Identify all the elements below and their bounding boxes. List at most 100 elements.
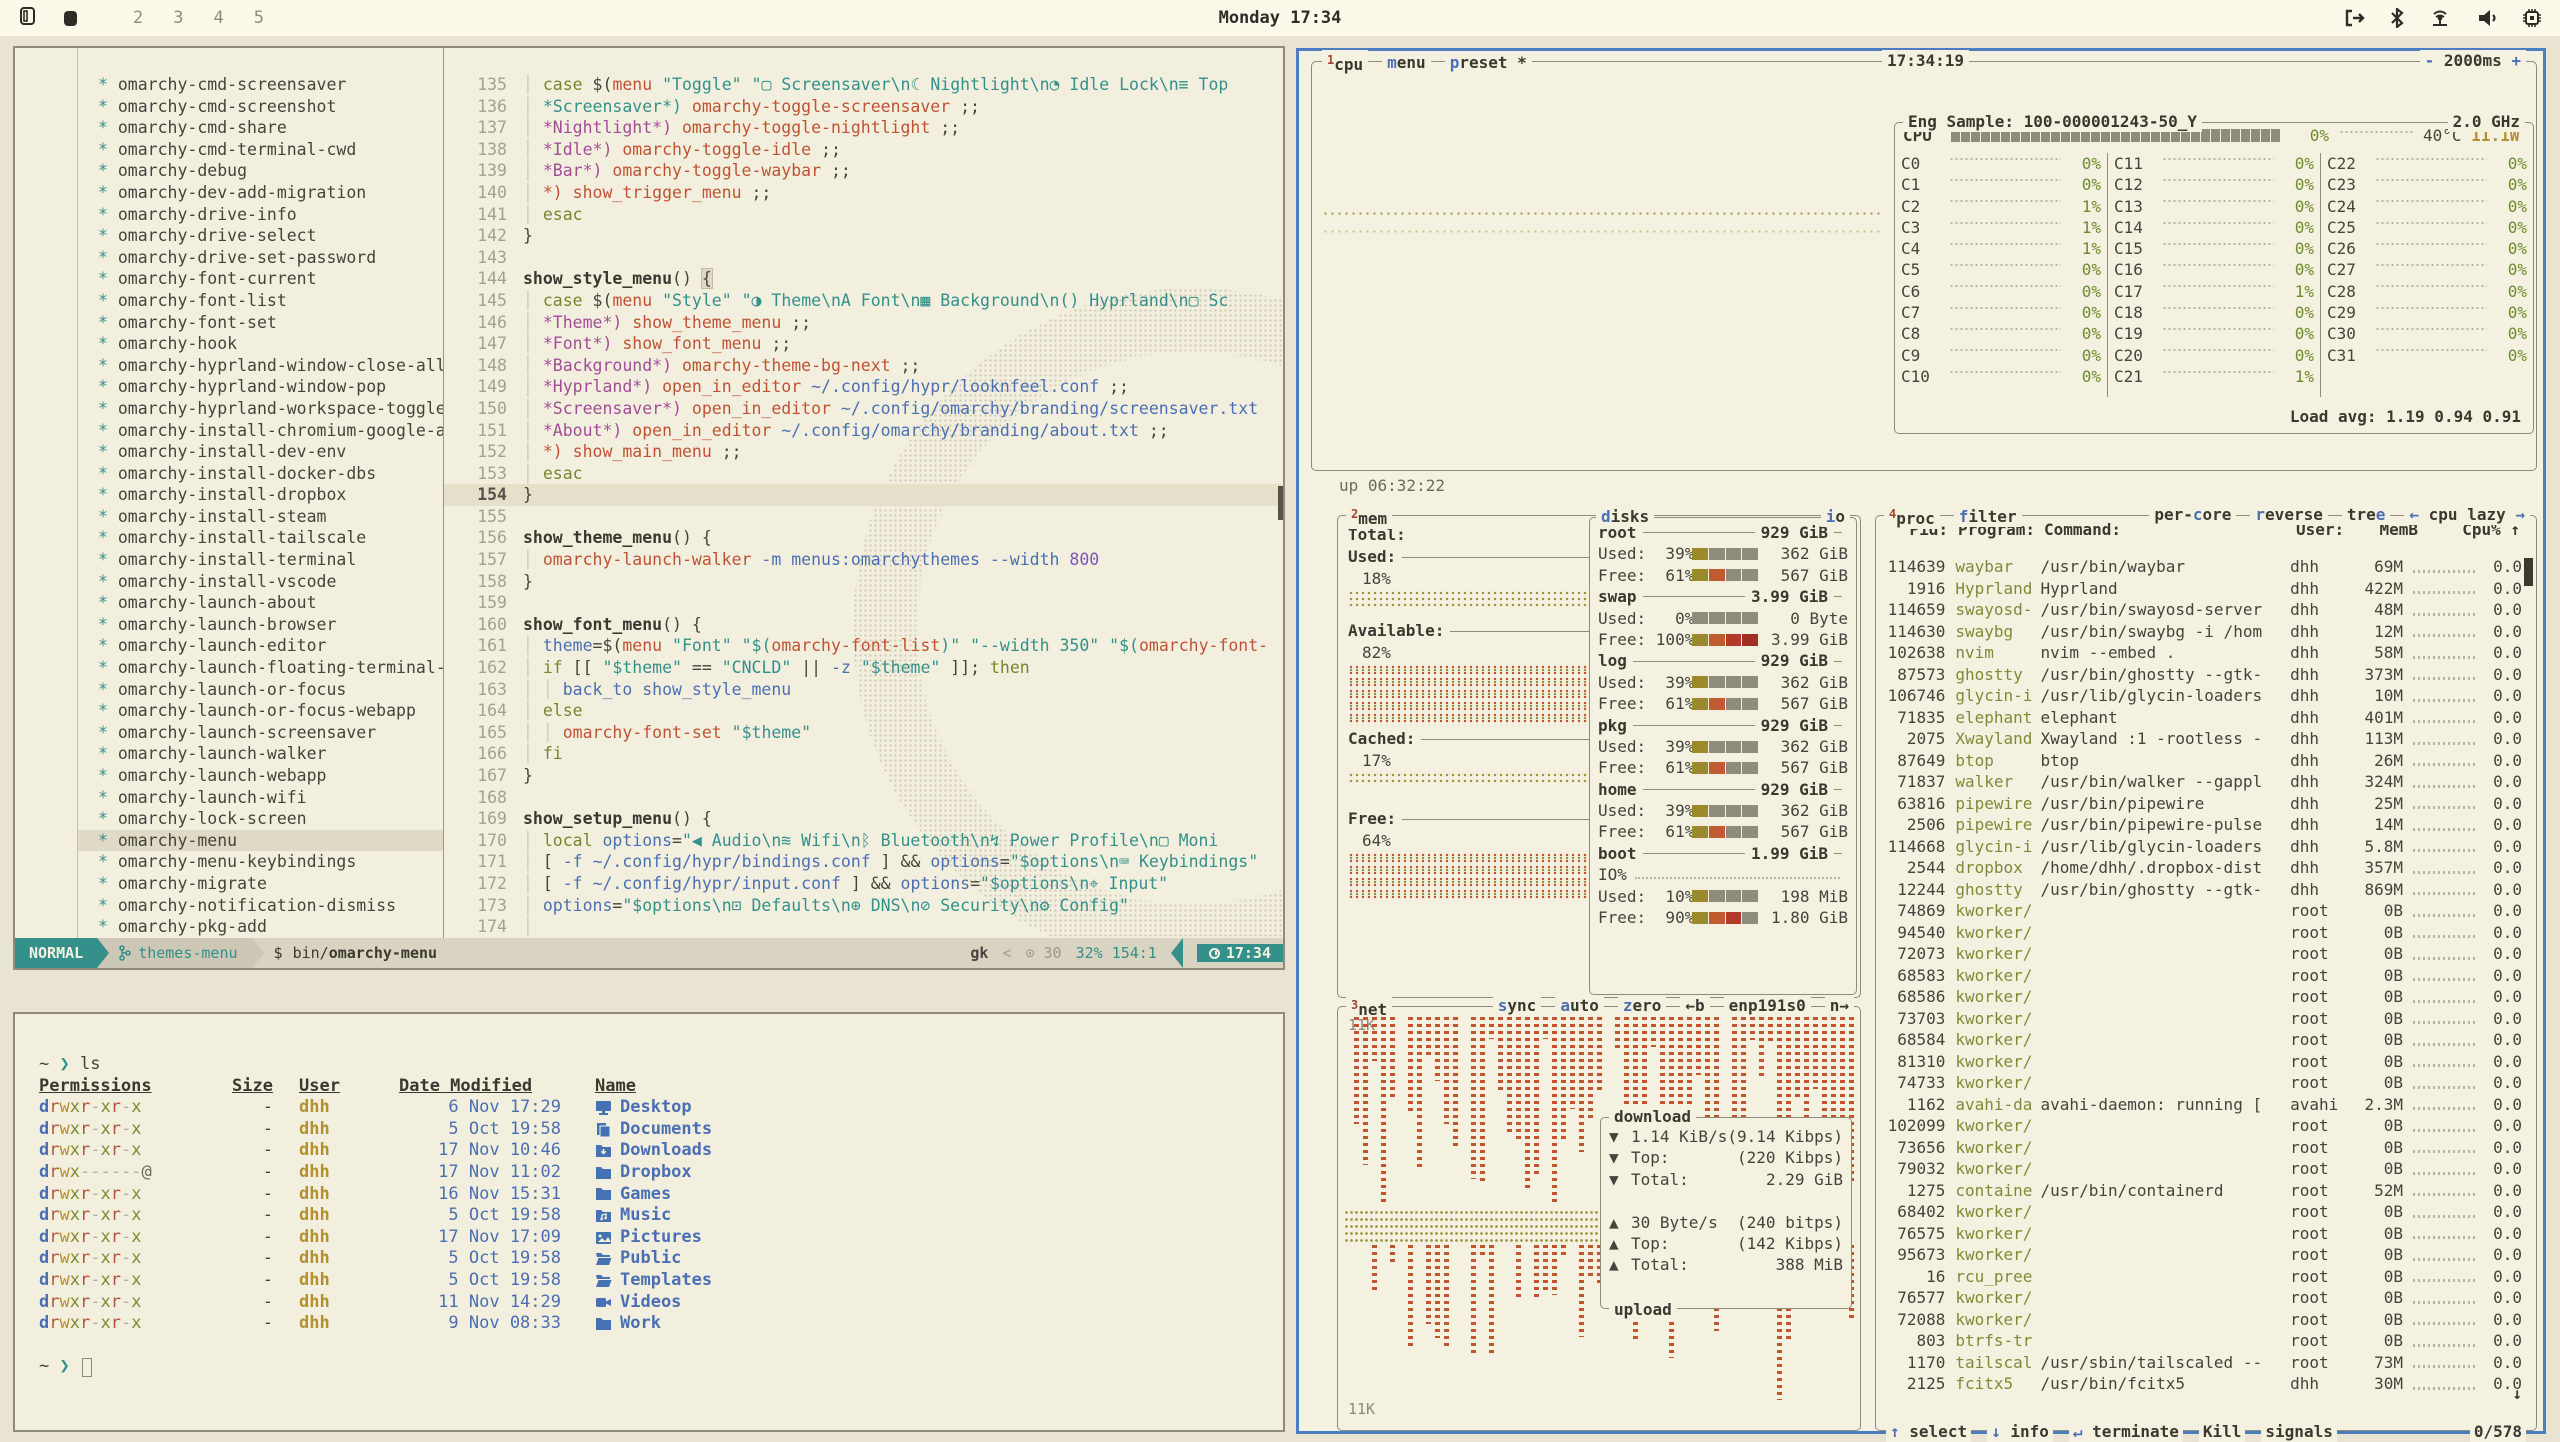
process-row[interactable]: 72088kworker/root0B0.0 [1880,1309,2522,1331]
process-row[interactable]: 76577kworker/root0B0.0 [1880,1287,2522,1309]
proc-reverse-button[interactable]: reverse [2250,504,2327,525]
file-item[interactable]: * omarchy-migrate [78,873,443,895]
interval-decrease[interactable]: - [2425,51,2435,70]
file-item[interactable]: * omarchy-launch-about [78,592,443,614]
process-row[interactable]: 73656kworker/root0B0.0 [1880,1137,2522,1159]
file-item[interactable]: * omarchy-notification-dismiss [78,895,443,917]
file-item[interactable]: * omarchy-launch-screensaver [78,722,443,744]
file-item[interactable]: * omarchy-install-dropbox [78,484,443,506]
process-row[interactable]: 79032kworker/root0B0.0 [1880,1158,2522,1180]
file-item[interactable]: * omarchy-launch-or-focus [78,679,443,701]
file-item[interactable]: * omarchy-dev-add-migration [78,182,443,204]
process-row[interactable]: 102638nvimnvim --embed .dhh58M0.0 [1880,642,2522,664]
process-row[interactable]: 74869kworker/root0B0.0 [1880,900,2522,922]
process-row[interactable]: 63816pipewire/usr/bin/pipewiredhh25M0.0 [1880,793,2522,815]
process-row[interactable]: 73703kworker/root0B0.0 [1880,1008,2522,1030]
process-row[interactable]: 114630swaybg/usr/bin/swaybg -i /homdhh12… [1880,621,2522,643]
process-row[interactable]: 2544dropbox/home/dhh/.dropbox-distdhh357… [1880,857,2522,879]
menu-button[interactable]: menu [1382,52,1431,73]
proc-cpu-sort-nav[interactable]: ← cpu lazy → [2404,504,2530,525]
file-item[interactable]: * omarchy-install-steam [78,506,443,528]
proc-footer-select[interactable]: ↑ select [1886,1421,1971,1442]
file-item[interactable]: * omarchy-hyprland-window-close-all [78,355,443,377]
file-item[interactable]: * omarchy-launch-wifi [78,787,443,809]
process-row[interactable]: 2506pipewire/usr/bin/pipewire-pulsedhh14… [1880,814,2522,836]
proc-footer-info[interactable]: ↓ info [1987,1421,2053,1442]
file-item[interactable]: * omarchy-launch-webapp [78,765,443,787]
process-row[interactable]: 72073kworker/root0B0.0 [1880,943,2522,965]
process-row[interactable]: 2075XwaylandXwayland :1 -rootless -dhh11… [1880,728,2522,750]
process-row[interactable]: 71837walker/usr/bin/walker --gappldhh324… [1880,771,2522,793]
process-row[interactable]: 114639waybar/usr/bin/waybardhh69M0.0 [1880,556,2522,578]
file-item[interactable]: * omarchy-launch-walker [78,743,443,765]
file-item[interactable]: * omarchy-cmd-terminal-cwd [78,139,443,161]
interval-increase[interactable]: + [2511,51,2521,70]
pane-separator[interactable] [443,48,444,938]
file-item[interactable]: * omarchy-pkg-add [78,916,443,938]
file-item[interactable]: * omarchy-drive-info [78,204,443,226]
process-row[interactable]: 71835elephantelephantdhh401M0.0 [1880,707,2522,729]
process-list[interactable]: 114639waybar/usr/bin/waybardhh69M0.01916… [1880,556,2522,1408]
process-row[interactable]: 1162avahi-daavahi-daemon: running [avahi… [1880,1094,2522,1116]
code-editor[interactable]: │ case $(menu "Toggle" "▢ Screensaver\n☾… [523,74,1281,938]
btop-window[interactable]: 1cpu menu preset * 17:34:19 - 2000ms + E… [1296,48,2546,1434]
proc-per-core-button[interactable]: per-core [2149,504,2236,525]
file-item[interactable]: * omarchy-install-docker-dbs [78,463,443,485]
bluetooth-icon[interactable] [2390,8,2404,28]
editor-window[interactable]: * omarchy-cmd-screensaver* omarchy-cmd-s… [13,46,1285,970]
cpu-chip-icon[interactable] [2522,8,2542,28]
shell-prompt-line[interactable]: ~ ❯ [39,1356,1283,1378]
wifi-hotspot-icon[interactable] [2428,8,2452,28]
file-item[interactable]: * omarchy-drive-select [78,225,443,247]
disks-box-title[interactable]: disks [1596,506,1654,527]
process-row[interactable]: 68402kworker/root0B0.0 [1880,1201,2522,1223]
file-item[interactable]: * omarchy-menu-keybindings [78,851,443,873]
file-item[interactable]: * omarchy-cmd-screensaver [78,74,443,96]
process-row[interactable]: 114659swayosd-/usr/bin/swayosd-serverdhh… [1880,599,2522,621]
process-row[interactable]: 106746glycin-i/usr/lib/glycin-loadersdhh… [1880,685,2522,707]
process-row[interactable]: 2125fcitx5/usr/bin/fcitx5dhh30M0.0 [1880,1373,2522,1395]
proc-footer-terminate[interactable]: ↵ terminate [2069,1421,2183,1442]
file-item[interactable]: * omarchy-lock-screen [78,808,443,830]
process-row[interactable]: 1275containe/usr/bin/containerdroot52M0.… [1880,1180,2522,1202]
process-row[interactable]: 114668glycin-i/usr/lib/glycin-loadersdhh… [1880,836,2522,858]
process-row[interactable]: 12244ghostty/usr/bin/ghostty --gtk-dhh86… [1880,879,2522,901]
file-item[interactable]: * omarchy-hook [78,333,443,355]
file-item[interactable]: * omarchy-launch-floating-terminal- [78,657,443,679]
terminal-window[interactable]: ~ ❯ ls PermissionsSizeUserDate ModifiedN… [13,1012,1285,1432]
io-tab[interactable]: io [1821,506,1850,527]
file-item[interactable]: * omarchy-install-chromium-google-a [78,420,443,442]
proc-footer-Kill[interactable]: Kill [2199,1421,2246,1442]
process-row[interactable]: 1916HyprlandHyprlanddhh422M0.0 [1880,578,2522,600]
file-item[interactable]: * omarchy-hyprland-workspace-toggle [78,398,443,420]
process-row[interactable]: 68583kworker/root0B0.0 [1880,965,2522,987]
proc-scrollbar-thumb[interactable] [2524,558,2533,586]
editor-scrollbar-thumb[interactable] [1278,486,1283,520]
file-item[interactable]: * omarchy-install-tailscale [78,527,443,549]
file-tree[interactable]: * omarchy-cmd-screensaver* omarchy-cmd-s… [78,74,443,938]
process-row[interactable]: 87649btopbtopdhh26M0.0 [1880,750,2522,772]
file-item[interactable]: * omarchy-launch-browser [78,614,443,636]
process-row[interactable]: 74733kworker/root0B0.0 [1880,1072,2522,1094]
file-item[interactable]: * omarchy-font-current [78,268,443,290]
filter-button[interactable]: filter [1954,506,2022,527]
file-item[interactable]: * omarchy-install-terminal [78,549,443,571]
preset-button[interactable]: preset * [1445,52,1532,73]
process-row[interactable]: 76575kworker/root0B0.0 [1880,1223,2522,1245]
file-item[interactable]: * omarchy-cmd-screenshot [78,96,443,118]
file-item[interactable]: * omarchy-menu [78,830,443,852]
process-row[interactable]: 803btrfs-trroot0B0.0 [1880,1330,2522,1352]
file-item[interactable]: * omarchy-install-vscode [78,571,443,593]
process-row[interactable]: 87573ghostty/usr/bin/ghostty --gtk-dhh37… [1880,664,2522,686]
process-row[interactable]: 68584kworker/root0B0.0 [1880,1029,2522,1051]
proc-footer-signals[interactable]: signals [2261,1421,2336,1442]
file-item[interactable]: * omarchy-font-set [78,312,443,334]
process-row[interactable]: 1170tailscal/usr/sbin/tailscaled --root7… [1880,1352,2522,1374]
file-item[interactable]: * omarchy-debug [78,160,443,182]
process-row[interactable]: 16rcu_preeroot0B0.0 [1880,1266,2522,1288]
file-item[interactable]: * omarchy-drive-set-password [78,247,443,269]
volume-icon[interactable] [2476,8,2498,28]
file-item[interactable]: * omarchy-launch-or-focus-webapp [78,700,443,722]
process-row[interactable]: 94540kworker/root0B0.0 [1880,922,2522,944]
process-row[interactable]: 102099kworker/root0B0.0 [1880,1115,2522,1137]
